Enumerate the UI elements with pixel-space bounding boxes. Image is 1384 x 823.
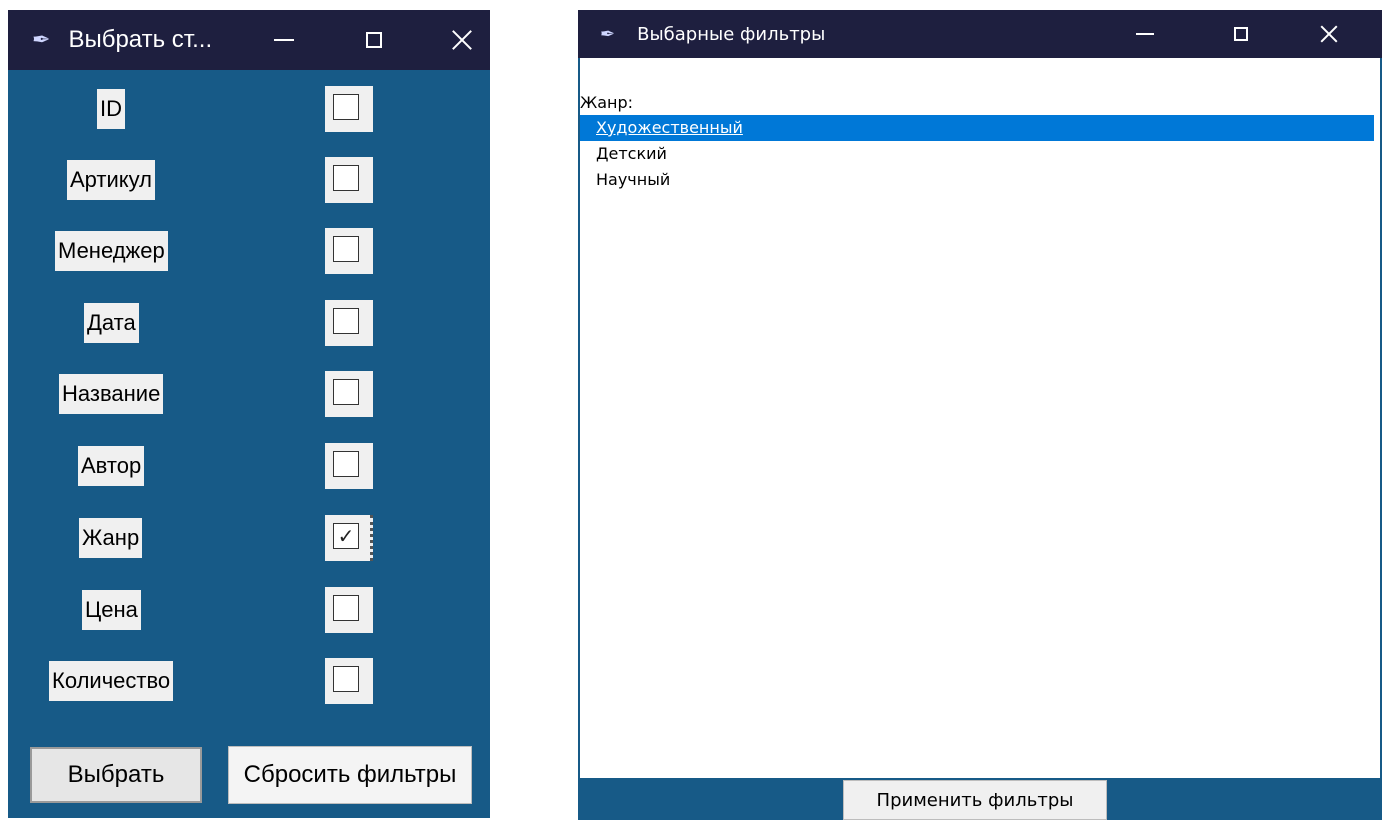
field-checkbox[interactable] — [325, 157, 373, 203]
apply-filters-button[interactable]: Применить фильтры — [843, 780, 1107, 820]
close-button[interactable] — [1302, 10, 1356, 58]
minimize-icon — [274, 39, 294, 41]
title-bar[interactable]: ✒ Выбарные фильтры — [578, 10, 1382, 58]
genre-list-item[interactable]: Научный — [580, 167, 1374, 193]
checkbox-box[interactable] — [333, 379, 359, 405]
field-checkbox[interactable] — [325, 658, 373, 704]
window-title: Выбрать ст... — [68, 26, 213, 53]
close-icon — [1320, 25, 1338, 43]
reset-filters-button[interactable]: Сбросить фильтры — [228, 746, 472, 804]
field-label: Название — [59, 374, 164, 414]
field-label: Цена — [82, 590, 141, 630]
checkbox-box[interactable] — [333, 666, 359, 692]
genre-list-item[interactable]: Художественный — [580, 115, 1374, 141]
field-checkbox[interactable] — [325, 443, 373, 489]
checkbox-box[interactable] — [333, 236, 359, 262]
checkbox-box[interactable] — [333, 165, 359, 191]
field-label: Автор — [78, 446, 145, 486]
checkbox-box[interactable] — [333, 451, 359, 477]
field-checkbox[interactable] — [325, 300, 373, 346]
close-button[interactable] — [432, 10, 492, 70]
checkbox-box[interactable] — [333, 94, 359, 120]
feather-icon: ✒ — [600, 23, 616, 45]
checkmark-icon: ✓ — [337, 524, 355, 548]
close-icon — [451, 29, 473, 51]
select-button[interactable]: Выбрать — [30, 747, 202, 803]
field-checkbox[interactable]: ✓ — [325, 515, 373, 561]
filters-panel: Жанр: Художественный Детский Научный — [580, 58, 1380, 778]
filters-window: ✒ Выбарные фильтры Жанр: Художественный Д… — [578, 10, 1382, 820]
maximize-icon — [1234, 27, 1248, 41]
maximize-button[interactable] — [344, 10, 404, 70]
maximize-icon — [366, 32, 382, 48]
select-columns-window: ✒ Выбрать ст... ID Артикул Менеджер Дата Наз… — [8, 10, 490, 818]
field-label: Артикул — [67, 160, 156, 200]
window-title: Выбарные фильтры — [637, 23, 826, 45]
field-checkbox[interactable] — [325, 228, 373, 274]
feather-icon: ✒ — [32, 27, 51, 53]
maximize-button[interactable] — [1214, 10, 1268, 58]
minimize-icon — [1136, 33, 1154, 35]
field-checkbox[interactable] — [325, 86, 373, 132]
genre-listbox[interactable]: Художественный Детский Научный — [580, 115, 1374, 193]
checkbox-box[interactable]: ✓ — [333, 523, 359, 549]
field-checkbox[interactable] — [325, 587, 373, 633]
field-label: Жанр — [79, 518, 143, 558]
field-label: Менеджер — [55, 231, 168, 271]
field-label: Дата — [84, 303, 139, 343]
genre-list-item[interactable]: Детский — [580, 141, 1374, 167]
minimize-button[interactable] — [254, 10, 314, 70]
title-bar[interactable]: ✒ Выбрать ст... — [8, 10, 490, 70]
field-label: Количество — [49, 661, 174, 701]
field-label: ID — [97, 89, 125, 129]
genre-label: Жанр: — [580, 93, 634, 112]
checkbox-box[interactable] — [333, 595, 359, 621]
field-checkbox[interactable] — [325, 371, 373, 417]
minimize-button[interactable] — [1118, 10, 1172, 58]
checkbox-box[interactable] — [333, 308, 359, 334]
